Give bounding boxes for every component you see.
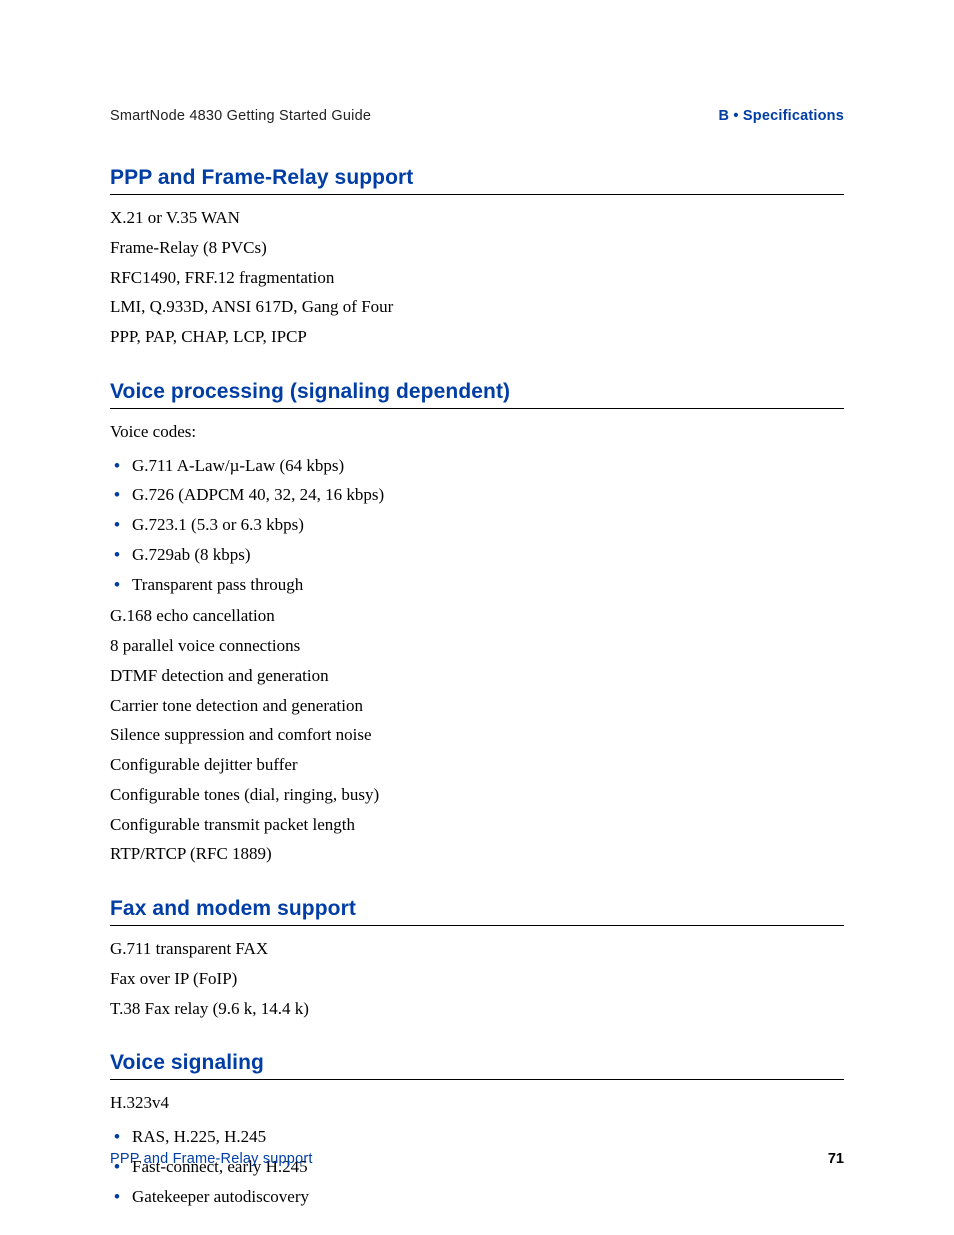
section-heading-fax-modem: Fax and modem support <box>110 897 844 926</box>
section-heading-voice-signaling: Voice signaling <box>110 1051 844 1080</box>
list-item: Gatekeeper autodiscovery <box>110 1182 844 1212</box>
section-heading-ppp: PPP and Frame-Relay support <box>110 166 844 195</box>
body-text: T.38 Fax relay (9.6 k, 14.4 k) <box>110 994 844 1024</box>
body-text: Frame-Relay (8 PVCs) <box>110 233 844 263</box>
page-number: 71 <box>828 1151 844 1167</box>
body-text: Configurable transmit packet length <box>110 810 844 840</box>
footer-section-title: PPP and Frame-Relay support <box>110 1151 313 1167</box>
body-text: Voice codes: <box>110 417 844 447</box>
body-text: RFC1490, FRF.12 fragmentation <box>110 263 844 293</box>
body-text: H.323v4 <box>110 1088 844 1118</box>
list-item: G.726 (ADPCM 40, 32, 24, 16 kbps) <box>110 480 844 510</box>
body-text: Silence suppression and comfort noise <box>110 720 844 750</box>
body-text: G.168 echo cancellation <box>110 601 844 631</box>
list-item: G.723.1 (5.3 or 6.3 kbps) <box>110 510 844 540</box>
body-text: Carrier tone detection and generation <box>110 691 844 721</box>
body-text: 8 parallel voice connections <box>110 631 844 661</box>
bullet-list: G.711 A-Law/µ-Law (64 kbps) G.726 (ADPCM… <box>110 451 844 600</box>
document-page: SmartNode 4830 Getting Started Guide B •… <box>0 0 954 1235</box>
body-text: RTP/RTCP (RFC 1889) <box>110 839 844 869</box>
list-item: G.729ab (8 kbps) <box>110 540 844 570</box>
body-text: X.21 or V.35 WAN <box>110 203 844 233</box>
section-heading-voice-processing: Voice processing (signaling dependent) <box>110 380 844 409</box>
body-text: LMI, Q.933D, ANSI 617D, Gang of Four <box>110 292 844 322</box>
body-text: PPP, PAP, CHAP, LCP, IPCP <box>110 322 844 352</box>
body-text: Configurable dejitter buffer <box>110 750 844 780</box>
body-text: Fax over IP (FoIP) <box>110 964 844 994</box>
page-footer: PPP and Frame-Relay support 71 <box>110 1151 844 1167</box>
body-text: DTMF detection and generation <box>110 661 844 691</box>
list-item: RAS, H.225, H.245 <box>110 1122 844 1152</box>
body-text: Configurable tones (dial, ringing, busy) <box>110 780 844 810</box>
list-item: G.711 A-Law/µ-Law (64 kbps) <box>110 451 844 481</box>
list-item: Transparent pass through <box>110 570 844 600</box>
body-text: G.711 transparent FAX <box>110 934 844 964</box>
header-section-label: B • Specifications <box>718 108 844 124</box>
page-header: SmartNode 4830 Getting Started Guide B •… <box>110 108 844 124</box>
header-guide-title: SmartNode 4830 Getting Started Guide <box>110 108 371 124</box>
